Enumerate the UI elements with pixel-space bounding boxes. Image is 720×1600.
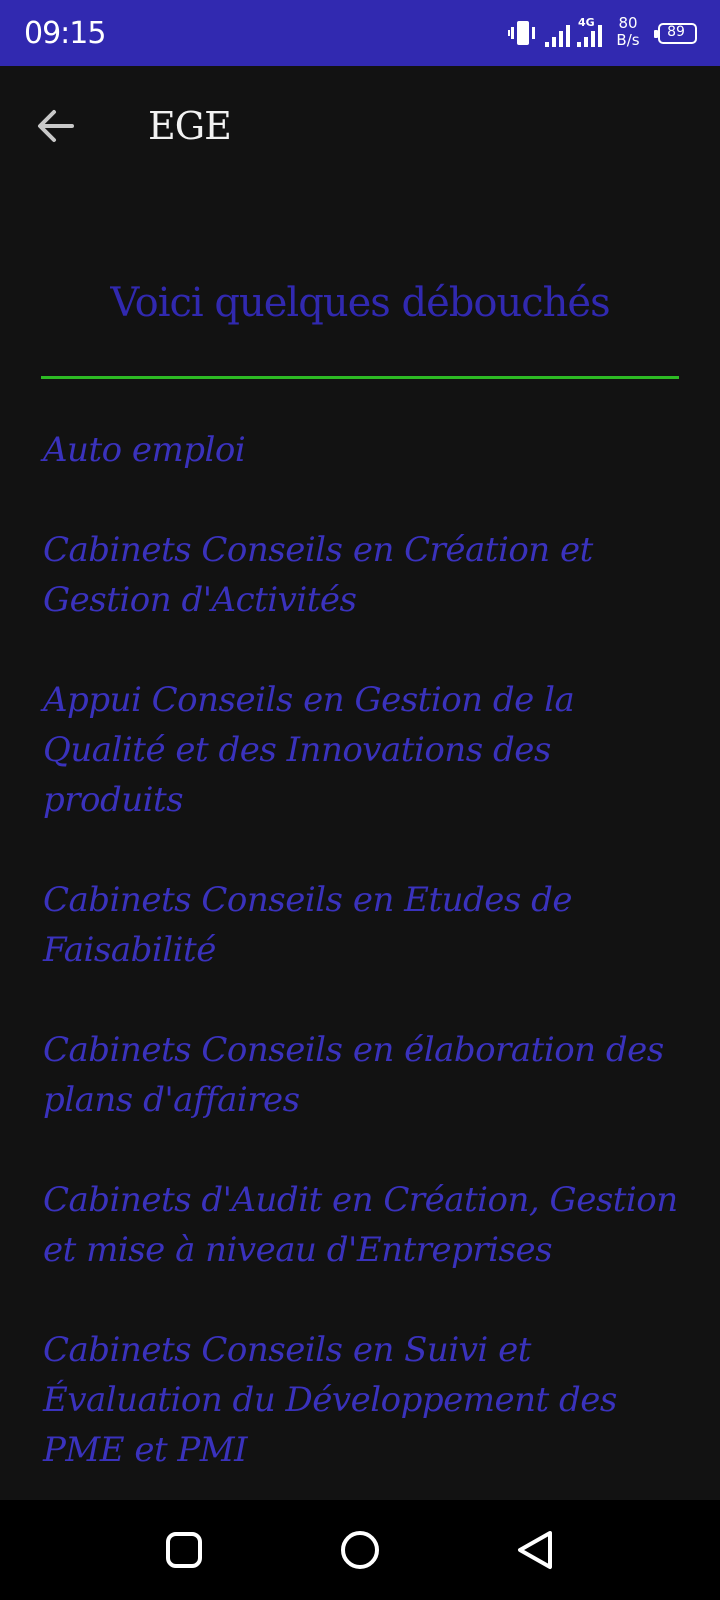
net-speed-value: 80 [618, 14, 638, 32]
home-button[interactable] [330, 1525, 390, 1575]
toolbar-title: EGE [148, 104, 232, 148]
net-speed-unit: B/s [616, 31, 640, 49]
list-item: Cabinets Conseils en élaboration des pla… [43, 1030, 664, 1120]
list-item: Auto emploi [43, 430, 246, 470]
signal-4g-icon: 4G [577, 16, 602, 47]
list-item: Cabinets Conseils en Etudes de Faisabili… [43, 880, 573, 970]
svg-text:4G: 4G [578, 16, 595, 29]
list-item: Cabinets d'Audit en Création, Gestion et… [43, 1180, 678, 1270]
square-icon [166, 1532, 202, 1568]
navigation-bar [0, 1500, 720, 1600]
vibrate-icon [508, 21, 535, 45]
signal-icon [545, 25, 570, 47]
circle-icon [341, 1531, 379, 1569]
nav-back-button[interactable] [506, 1525, 566, 1575]
recents-button[interactable] [154, 1525, 214, 1575]
net-speed: 80 B/s [611, 15, 645, 49]
list-item: Cabinets Conseils en Création et Gestion… [43, 530, 593, 620]
battery-level: 89 [667, 24, 685, 40]
list-item: Cabinets Conseils en Suivi et Évaluation… [43, 1330, 617, 1470]
page-heading: Voici quelques débouchés [110, 280, 610, 326]
toolbar: EGE [0, 66, 720, 186]
divider [41, 376, 679, 379]
status-icons: 4G 80 B/s 89 [508, 14, 698, 54]
back-button[interactable] [32, 102, 80, 150]
triangle-back-icon [518, 1531, 552, 1569]
outlets-list: Auto emploi Cabinets Conseils en Créatio… [43, 425, 683, 1525]
status-time: 09:15 [24, 16, 106, 51]
arrow-left-icon [38, 110, 74, 142]
list-item: Appui Conseils en Gestion de la Qualité … [43, 680, 575, 820]
status-bar: 09:15 4G 80 B/s 89 [0, 0, 720, 66]
